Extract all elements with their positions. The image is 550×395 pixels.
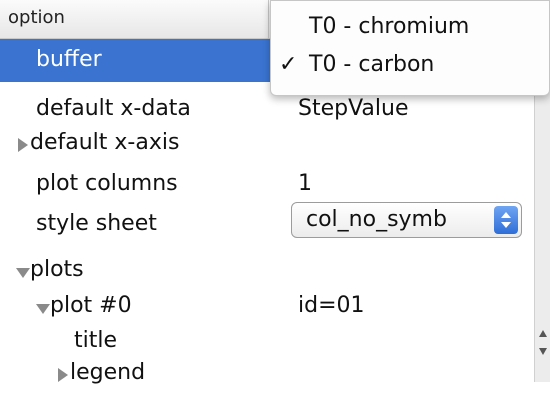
buffer-label: buffer [36, 47, 102, 72]
style-sheet-selected-value: col_no_symb [306, 207, 447, 232]
title-label: title [74, 328, 118, 353]
up-arrow-icon [501, 212, 511, 218]
buffer-dropdown-menu[interactable]: T0 - chromium ✓ T0 - carbon [270, 0, 550, 96]
style-sheet-select[interactable]: col_no_symb [291, 202, 522, 238]
plot-columns-label: plot columns [36, 171, 178, 196]
plots-label: plots [30, 257, 84, 282]
style-sheet-label: style sheet [36, 211, 157, 236]
property-panel: option buffer default x-data StepValue d… [0, 0, 550, 385]
row-legend[interactable]: legend [0, 352, 534, 395]
menu-item-label: T0 - chromium [309, 14, 470, 39]
legend-label: legend [70, 360, 146, 385]
expand-arrow-icon[interactable] [18, 138, 28, 152]
menu-item-carbon[interactable]: ✓ T0 - carbon [271, 47, 549, 87]
scroll-down-icon[interactable] [539, 348, 547, 355]
collapse-arrow-icon[interactable] [36, 304, 50, 314]
checkmark-icon: ✓ [279, 52, 298, 77]
default-x-data-label: default x-data [36, 96, 191, 121]
select-stepper-icon[interactable] [494, 206, 518, 234]
menu-item-label: T0 - carbon [309, 52, 435, 77]
collapse-arrow-icon[interactable] [16, 268, 30, 278]
column-divider[interactable] [268, 0, 269, 38]
default-x-data-value[interactable]: StepValue [298, 96, 409, 121]
scroll-up-icon[interactable] [539, 330, 547, 337]
row-default-x-axis[interactable]: default x-axis [0, 122, 534, 165]
plot-columns-value[interactable]: 1 [298, 171, 312, 196]
expand-arrow-icon[interactable] [58, 368, 68, 382]
option-column-header[interactable]: option [8, 7, 65, 28]
default-x-axis-label: default x-axis [30, 130, 180, 155]
menu-item-chromium[interactable]: T0 - chromium [271, 9, 549, 49]
down-arrow-icon [501, 222, 511, 228]
plot-0-value[interactable]: id=01 [298, 293, 365, 318]
row-plot-columns[interactable]: plot columns 1 [0, 163, 534, 206]
plot-0-label: plot #0 [50, 293, 132, 318]
